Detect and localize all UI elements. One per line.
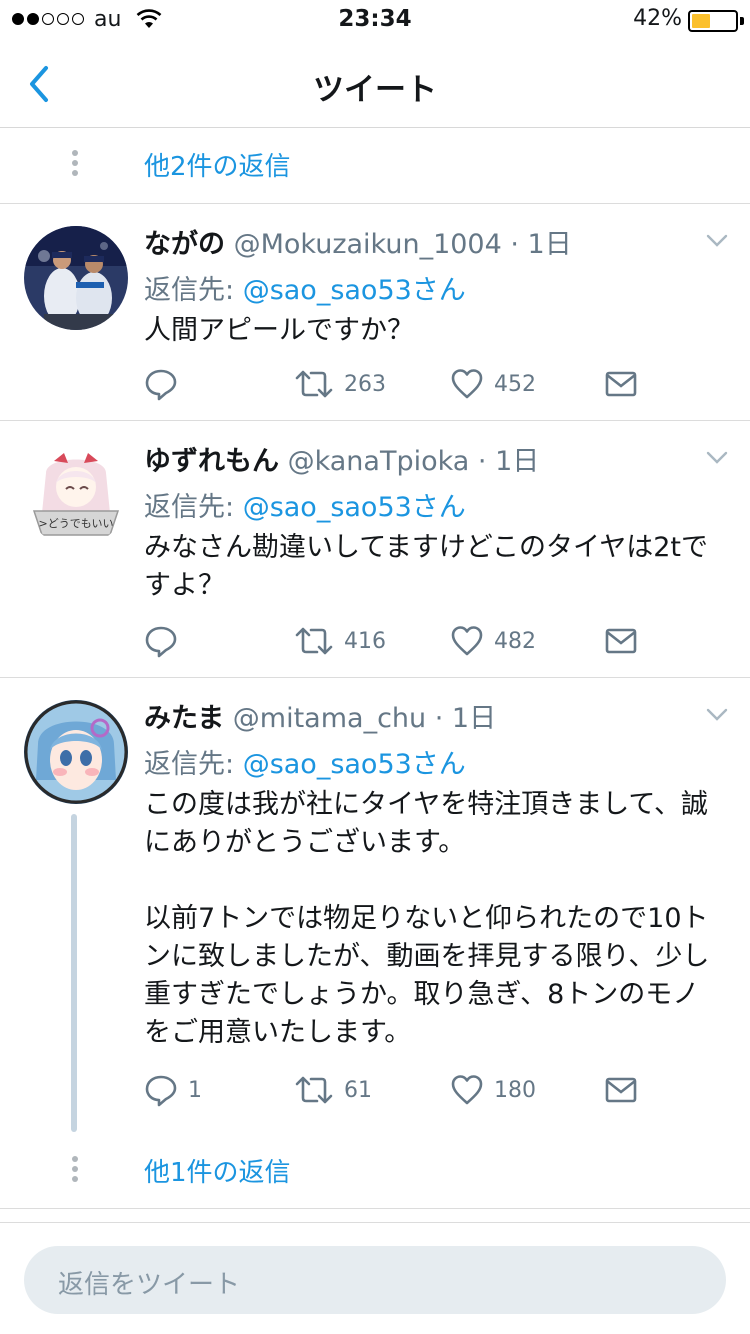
reply-to-mention[interactable]: @sao_sao53さん [243, 492, 466, 523]
battery-percent: 42% [633, 6, 682, 31]
tweet-actions: 263 452 [144, 366, 644, 406]
reply-button[interactable] [144, 623, 188, 659]
reply-to-label: 返信先: [144, 492, 243, 523]
reply-to-label: 返信先: [144, 275, 243, 306]
divider [0, 1222, 750, 1223]
tweet[interactable]: ながの @Mokuzaikun_1004 · 1日 返信先: @sao_sao5… [0, 204, 750, 420]
envelope-icon [605, 371, 637, 397]
retweet-button[interactable]: 61 [294, 1072, 372, 1108]
retweet-icon [295, 1076, 333, 1104]
display-name[interactable]: ゆずれもん [144, 446, 279, 477]
thread-connector [71, 814, 77, 1132]
tweet-header: ながの @Mokuzaikun_1004 · 1日 [144, 222, 572, 261]
heart-icon [451, 369, 483, 399]
reply-to-line: 返信先: @sao_sao53さん [144, 268, 466, 307]
like-button[interactable]: 180 [450, 1072, 536, 1108]
username[interactable]: @kanaTpioka [288, 446, 470, 477]
retweet-button[interactable]: 416 [294, 623, 386, 659]
retweet-button[interactable]: 263 [294, 366, 386, 402]
tweet-actions: 1 61 180 [144, 1072, 644, 1112]
avatar[interactable]: >どうでもいい [24, 443, 128, 547]
reply-input-placeholder[interactable]: 返信をツイート [58, 1264, 240, 1301]
tweet[interactable]: みたま @mitama_chu · 1日 返信先: @sao_sao53さん こ… [0, 678, 750, 1132]
like-count: 452 [494, 371, 536, 397]
retweet-icon [295, 370, 333, 398]
battery-icon [688, 10, 738, 32]
tweet-text: 人間アピールですか？ [144, 315, 414, 346]
avatar[interactable] [24, 226, 128, 330]
chevron-down-icon[interactable] [706, 451, 728, 465]
reply-icon [145, 626, 177, 658]
retweet-count: 416 [344, 628, 386, 654]
direct-message-button[interactable] [604, 1072, 638, 1108]
status-bar: au 23:34 42% [0, 0, 750, 40]
retweet-count: 61 [344, 1077, 372, 1103]
reply-to-line: 返信先: @sao_sao53さん [144, 742, 466, 781]
reply-to-mention[interactable]: @sao_sao53さん [243, 749, 466, 780]
more-replies-link[interactable]: 他1件の返信 [144, 1152, 291, 1189]
reply-button[interactable] [144, 366, 188, 402]
page-title: ツイート [313, 72, 437, 108]
navigation-bar: ツイート [0, 40, 750, 128]
like-button[interactable]: 452 [450, 366, 536, 402]
tweet-actions: 416 482 [144, 623, 644, 663]
retweet-icon [295, 627, 333, 655]
retweet-count: 263 [344, 371, 386, 397]
tweet-header: ゆずれもん @kanaTpioka · 1日 [144, 439, 539, 478]
more-replies-row[interactable]: 他2件の返信 [0, 128, 750, 202]
reply-to-label: 返信先: [144, 749, 243, 780]
avatar[interactable] [24, 700, 128, 804]
tweet-text: みなさん勘違いしてますけどこのタイヤは2tですよ？ [144, 532, 708, 601]
timestamp: · 1日 [477, 446, 540, 477]
tweet[interactable]: >どうでもいい ゆずれもん @kanaTpioka · 1日 返信先: @sao… [0, 421, 750, 677]
display-name[interactable]: みたま [144, 703, 224, 734]
avatar-caption: >どうでもいい [39, 517, 114, 530]
direct-message-button[interactable] [604, 623, 638, 659]
reply-count: 1 [188, 1077, 202, 1103]
tweet-text: この度は我が社にタイヤを特注頂きまして、誠にありがとうございます。 以前7トンで… [144, 789, 710, 1048]
username[interactable]: @mitama_chu [233, 703, 426, 734]
divider [0, 1208, 750, 1209]
battery-tip [740, 17, 744, 25]
more-replies-row[interactable]: 他1件の返信 [0, 1132, 750, 1206]
like-count: 180 [494, 1077, 536, 1103]
tweet-header: みたま @mitama_chu · 1日 [144, 696, 496, 735]
envelope-icon [605, 1077, 637, 1103]
chevron-down-icon[interactable] [706, 708, 728, 722]
thread-dots-icon [72, 150, 78, 180]
reply-to-line: 返信先: @sao_sao53さん [144, 485, 466, 524]
reply-icon [145, 1075, 177, 1107]
like-button[interactable]: 482 [450, 623, 536, 659]
username[interactable]: @Mokuzaikun_1004 [234, 229, 502, 260]
direct-message-button[interactable] [604, 366, 638, 402]
more-replies-link[interactable]: 他2件の返信 [144, 146, 291, 183]
reply-icon [145, 369, 177, 401]
reply-composer[interactable]: 返信をツイート [24, 1246, 726, 1314]
reply-button[interactable]: 1 [144, 1072, 202, 1108]
timestamp: · 1日 [510, 229, 572, 260]
like-count: 482 [494, 628, 536, 654]
heart-icon [451, 1075, 483, 1105]
display-name[interactable]: ながの [144, 229, 225, 260]
chevron-down-icon[interactable] [706, 234, 728, 248]
heart-icon [451, 626, 483, 656]
timestamp: · 1日 [434, 703, 497, 734]
thread-dots-icon [72, 1156, 78, 1186]
reply-to-mention[interactable]: @sao_sao53さん [243, 275, 466, 306]
envelope-icon [605, 628, 637, 654]
